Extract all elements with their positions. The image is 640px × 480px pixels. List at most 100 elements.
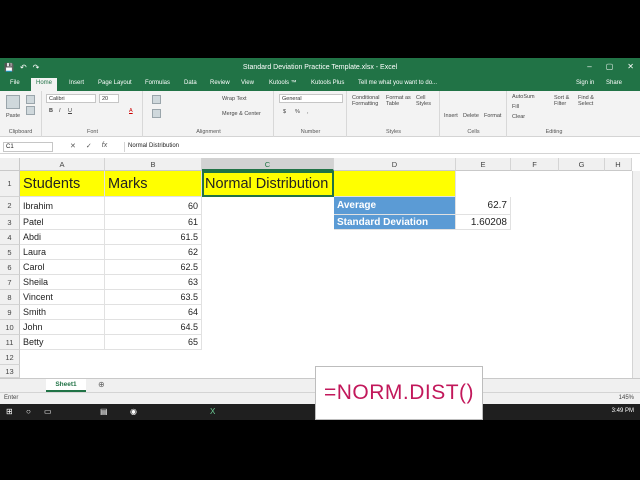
cell-d3-stdev-label[interactable]: Standard Deviation [334, 215, 456, 230]
row-header-6[interactable]: 6 [0, 260, 20, 275]
windows-start-icon[interactable]: ⊞ [6, 407, 13, 416]
row-header-9[interactable]: 9 [0, 305, 20, 320]
close-button[interactable]: ✕ [627, 62, 634, 71]
cell-a1[interactable]: Students [20, 171, 105, 197]
minimize-button[interactable]: – [587, 62, 591, 71]
sort-filter-button[interactable]: Sort & Filter [554, 95, 574, 107]
wrap-text-button[interactable]: Wrap Text [222, 96, 247, 102]
column-header-c[interactable]: C [202, 158, 334, 171]
cell-a9-student-name[interactable]: Smith [20, 305, 105, 320]
name-box[interactable]: C1 [3, 142, 53, 152]
cell-a5-student-name[interactable]: Laura [20, 245, 105, 260]
row-header-7[interactable]: 7 [0, 275, 20, 290]
row-header-1[interactable]: 1 [0, 171, 20, 197]
column-header-e[interactable]: E [456, 158, 511, 171]
column-header-h[interactable]: H [605, 158, 632, 171]
insert-function-icon[interactable]: fx [102, 142, 107, 150]
font-color-button[interactable]: A [129, 108, 133, 114]
enter-icon[interactable]: ✓ [86, 142, 92, 150]
tab-page-layout[interactable]: Page Layout [98, 80, 132, 86]
cell-c1[interactable]: Normal Distribution [202, 171, 334, 197]
comma-button[interactable]: , [307, 109, 309, 115]
cut-icon[interactable] [26, 95, 35, 104]
column-header-g[interactable]: G [559, 158, 605, 171]
explorer-icon[interactable]: ▤ [100, 407, 108, 416]
tab-kutools-plus[interactable]: Kutools Plus [311, 80, 344, 86]
paste-button[interactable] [6, 95, 20, 109]
cell-b10-mark[interactable]: 64.5 [105, 320, 202, 335]
search-icon[interactable]: ○ [26, 407, 31, 416]
cell-b9-mark[interactable]: 64 [105, 305, 202, 320]
column-header-f[interactable]: F [511, 158, 559, 171]
formula-input[interactable]: Normal Distribution [124, 142, 629, 152]
cell-styles-button[interactable]: Cell Styles [416, 95, 436, 107]
cell-d1[interactable] [334, 171, 456, 197]
zoom-level[interactable]: 145% [619, 395, 634, 401]
bold-button[interactable]: B [49, 108, 53, 114]
cell-d2-average-label[interactable]: Average [334, 197, 456, 215]
cell-a7-student-name[interactable]: Sheila [20, 275, 105, 290]
cell-b8-mark[interactable]: 63.5 [105, 290, 202, 305]
row-header-5[interactable]: 5 [0, 245, 20, 260]
cell-a11-student-name[interactable]: Betty [20, 335, 105, 350]
number-format-select[interactable]: General [279, 94, 343, 103]
cell-a3-student-name[interactable]: Patel [20, 215, 105, 230]
underline-button[interactable]: U [68, 108, 72, 114]
cell-a6-student-name[interactable]: Carol [20, 260, 105, 275]
delete-cells-button[interactable]: Delete [463, 113, 479, 119]
copy-icon[interactable] [26, 106, 35, 115]
task-view-icon[interactable]: ▭ [44, 407, 52, 416]
tell-me-search[interactable]: Tell me what you want to do... [358, 80, 437, 86]
align-top-icon[interactable] [152, 95, 161, 104]
tab-home[interactable]: Home [31, 78, 58, 91]
cell-b5-mark[interactable]: 62 [105, 245, 202, 260]
find-select-button[interactable]: Find & Select [578, 95, 598, 107]
row-header-13[interactable]: 13 [0, 365, 20, 378]
autosum-button[interactable]: AutoSum [512, 94, 535, 100]
share-button[interactable]: Share [606, 80, 622, 86]
align-left-icon[interactable] [152, 109, 161, 118]
row-header-11[interactable]: 11 [0, 335, 20, 350]
currency-button[interactable]: $ [283, 109, 286, 115]
row-header-4[interactable]: 4 [0, 230, 20, 245]
format-cells-button[interactable]: Format [484, 113, 501, 119]
cancel-icon[interactable]: ✕ [70, 142, 76, 150]
cell-b3-mark[interactable]: 61 [105, 215, 202, 230]
italic-button[interactable]: I [59, 108, 61, 114]
font-name-select[interactable]: Calibri [46, 94, 96, 103]
cell-a4-student-name[interactable]: Abdi [20, 230, 105, 245]
fill-button[interactable]: Fill [512, 104, 519, 110]
cell-e2-average-value[interactable]: 62.7 [456, 197, 511, 215]
tab-view[interactable]: View [241, 80, 254, 86]
cell-b7-mark[interactable]: 63 [105, 275, 202, 290]
font-size-select[interactable]: 20 [99, 94, 119, 103]
insert-cells-button[interactable]: Insert [444, 113, 458, 119]
conditional-formatting-button[interactable]: Conditional Formatting [352, 95, 382, 107]
sheet-tab-sheet1[interactable]: Sheet1 [46, 379, 86, 392]
vertical-scrollbar[interactable] [632, 171, 640, 378]
tab-data[interactable]: Data [184, 80, 197, 86]
row-header-10[interactable]: 10 [0, 320, 20, 335]
merge-center-button[interactable]: Merge & Center [222, 111, 261, 117]
cell-b6-mark[interactable]: 62.5 [105, 260, 202, 275]
tab-review[interactable]: Review [210, 80, 230, 86]
column-header-a[interactable]: A [20, 158, 105, 171]
tab-kutools[interactable]: Kutools ™ [269, 80, 297, 86]
cell-a2-student-name[interactable]: Ibrahim [20, 197, 105, 215]
clear-button[interactable]: Clear [512, 114, 525, 120]
cell-b1[interactable]: Marks [105, 171, 202, 197]
tab-file[interactable]: File [10, 80, 20, 86]
add-sheet-icon[interactable]: ⊕ [98, 380, 105, 389]
cell-b4-mark[interactable]: 61.5 [105, 230, 202, 245]
row-header-3[interactable]: 3 [0, 215, 20, 230]
format-as-table-button[interactable]: Format as Table [386, 95, 412, 107]
cell-b11-mark[interactable]: 65 [105, 335, 202, 350]
maximize-button[interactable]: ▢ [606, 62, 614, 71]
tab-insert[interactable]: Insert [69, 80, 84, 86]
excel-taskbar-icon[interactable]: X [210, 407, 215, 416]
browser-icon[interactable]: ◉ [130, 407, 137, 416]
sign-in-link[interactable]: Sign in [576, 80, 594, 86]
cell-b2-mark[interactable]: 60 [105, 197, 202, 215]
row-header-2[interactable]: 2 [0, 197, 20, 215]
cell-a10-student-name[interactable]: John [20, 320, 105, 335]
